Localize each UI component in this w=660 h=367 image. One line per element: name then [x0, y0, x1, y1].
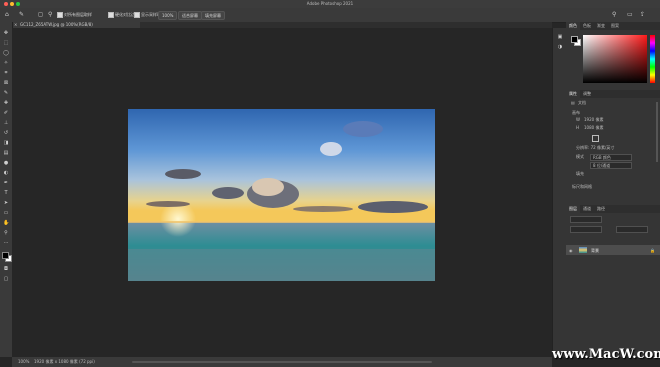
properties-panel-tabs: 属性 调整: [566, 90, 660, 98]
layers-panel: 图层 通道 路径 ◉ 背景 🔒: [566, 205, 660, 357]
blend-mode-select[interactable]: [570, 226, 602, 233]
quick-select-tool-icon[interactable]: ✧: [3, 60, 9, 66]
document-tab-label: GC112_Z65ATW.jpg @ 100%(RGB/8): [20, 22, 93, 27]
zoom-value-field[interactable]: 100%: [158, 11, 178, 20]
show-ring-option[interactable]: 显示采样环: [134, 11, 161, 19]
crop-tool-icon[interactable]: ⌗: [3, 70, 9, 76]
more-tools-icon[interactable]: ···: [3, 240, 9, 246]
pen-tool-icon[interactable]: ✒: [3, 180, 9, 186]
height-value[interactable]: 1080 像素: [584, 125, 603, 131]
tab-gradients[interactable]: 渐变: [594, 23, 608, 28]
properties-panel: 属性 调整 ▤ 文档 画布 W 1920 像素 H 1080 像素 分辨率: 72…: [566, 90, 660, 205]
move-tool-icon[interactable]: ✥: [3, 30, 9, 36]
tab-adjustments[interactable]: 调整: [580, 91, 594, 96]
path-select-icon[interactable]: ➤: [3, 200, 9, 206]
options-bar: ⌂ ✎ ◻ ⚲ 对所有图层取样 硬化对比边缘 显示采样环 100% 适合屏幕 填…: [0, 8, 660, 23]
layer-name: 背景: [591, 248, 599, 253]
status-zoom[interactable]: 100%: [18, 357, 29, 367]
watermark-text: www.MacW.com: [552, 347, 660, 362]
search-icon[interactable]: ⚲: [612, 12, 616, 18]
tab-patterns[interactable]: 图案: [608, 23, 622, 28]
zoom-tool-icon[interactable]: ⚲: [48, 12, 52, 18]
blur-tool-icon[interactable]: ●: [3, 160, 9, 166]
dodge-tool-icon[interactable]: ◐: [3, 170, 9, 176]
panel-fg-swatch[interactable]: [571, 36, 578, 43]
canvas-section-title[interactable]: 画布: [572, 110, 580, 116]
color-panel: 颜色 色板 渐变 图案: [566, 22, 660, 90]
share-icon[interactable]: ⇪: [640, 12, 645, 18]
title-bar: Adobe Photoshop 2021: [0, 0, 660, 8]
fit-screen-button[interactable]: 适合屏幕: [178, 11, 202, 20]
width-label: W: [576, 117, 580, 122]
doc-label: 文档: [578, 100, 586, 105]
height-label: H: [576, 125, 580, 130]
layer-thumbnail: [579, 247, 587, 253]
eyedropper-tool-icon[interactable]: ✎: [3, 90, 9, 96]
fill-screen-button[interactable]: 填充屏幕: [201, 11, 225, 20]
tab-color[interactable]: 颜色: [566, 22, 580, 30]
gradient-tool-icon[interactable]: ▤: [3, 150, 9, 156]
layer-lock-icon: 🔒: [650, 248, 655, 253]
guides-section-title[interactable]: 标尺和网格: [572, 184, 592, 190]
tab-properties[interactable]: 属性: [566, 90, 580, 98]
orientation-icon[interactable]: [592, 135, 599, 142]
layer-row[interactable]: ◉ 背景 🔒: [566, 245, 660, 255]
opacity-field[interactable]: [616, 226, 648, 233]
eyedropper-icon[interactable]: ✎: [19, 12, 24, 18]
brush-tool-icon[interactable]: ✐: [3, 110, 9, 116]
visibility-eye-icon[interactable]: ◉: [569, 248, 573, 253]
healing-tool-icon[interactable]: ✚: [3, 100, 9, 106]
quick-mask-icon[interactable]: ◘: [3, 266, 9, 272]
history-brush-icon[interactable]: ↺: [3, 130, 9, 136]
frame-tool-icon[interactable]: ⊠: [3, 80, 9, 86]
document-image[interactable]: [128, 109, 435, 281]
hue-slider[interactable]: [650, 35, 655, 83]
sunset-photo: [128, 109, 435, 281]
fill-label: 填充: [576, 171, 584, 176]
eraser-tool-icon[interactable]: ◨: [3, 140, 9, 146]
tab-paths[interactable]: 路径: [594, 206, 608, 211]
width-value[interactable]: 1920 像素: [584, 117, 603, 123]
color-panel-tabs: 颜色 色板 渐变 图案: [566, 22, 660, 30]
sample-size-icon[interactable]: ◻: [38, 12, 43, 18]
hand-tool-icon[interactable]: ✋: [3, 220, 9, 226]
layer-filter-select[interactable]: [570, 216, 602, 223]
screen-mode-icon[interactable]: ▢: [3, 276, 9, 282]
mode-select[interactable]: RGB 颜色: [590, 154, 632, 161]
stamp-tool-icon[interactable]: ⊥: [3, 120, 9, 126]
sample-all-layers-option[interactable]: 对所有图层取样: [57, 11, 92, 19]
tab-swatches[interactable]: 色板: [580, 23, 594, 28]
type-tool-icon[interactable]: T: [3, 190, 9, 196]
layers-panel-tabs: 图层 通道 路径: [566, 205, 660, 213]
depth-select[interactable]: 8 位/通道: [590, 162, 632, 169]
resolution-label: 分辨率: 72 像素/英寸: [576, 145, 615, 150]
sample-all-layers-label: 对所有图层取样: [64, 12, 92, 17]
mode-label: 模式: [576, 154, 584, 159]
doc-icon: ▤: [571, 100, 575, 105]
adjust-panel-icon[interactable]: ◑: [557, 44, 563, 50]
history-panel-icon[interactable]: ▣: [557, 34, 563, 40]
status-info[interactable]: 1920 像素 x 1080 像素 (72 ppi): [34, 357, 95, 367]
window-title: Adobe Photoshop 2021: [306, 1, 354, 6]
workspace-icon[interactable]: ▭: [627, 12, 633, 18]
tab-channels[interactable]: 通道: [580, 206, 594, 211]
tab-layers[interactable]: 图层: [566, 205, 580, 213]
foreground-color-swatch[interactable]: [2, 252, 9, 259]
color-field[interactable]: [583, 35, 647, 83]
lasso-tool-icon[interactable]: ◯: [3, 50, 9, 56]
marquee-tool-icon[interactable]: ⬚: [3, 40, 9, 46]
properties-scrollbar[interactable]: [656, 102, 658, 162]
home-icon[interactable]: ⌂: [5, 12, 9, 18]
horizontal-scrollbar[interactable]: [132, 361, 432, 363]
shape-tool-icon[interactable]: ▭: [3, 210, 9, 216]
status-bar: 100% 1920 像素 x 1080 像素 (72 ppi): [12, 357, 552, 367]
zoom-tool-icon[interactable]: ⚲: [3, 230, 9, 236]
